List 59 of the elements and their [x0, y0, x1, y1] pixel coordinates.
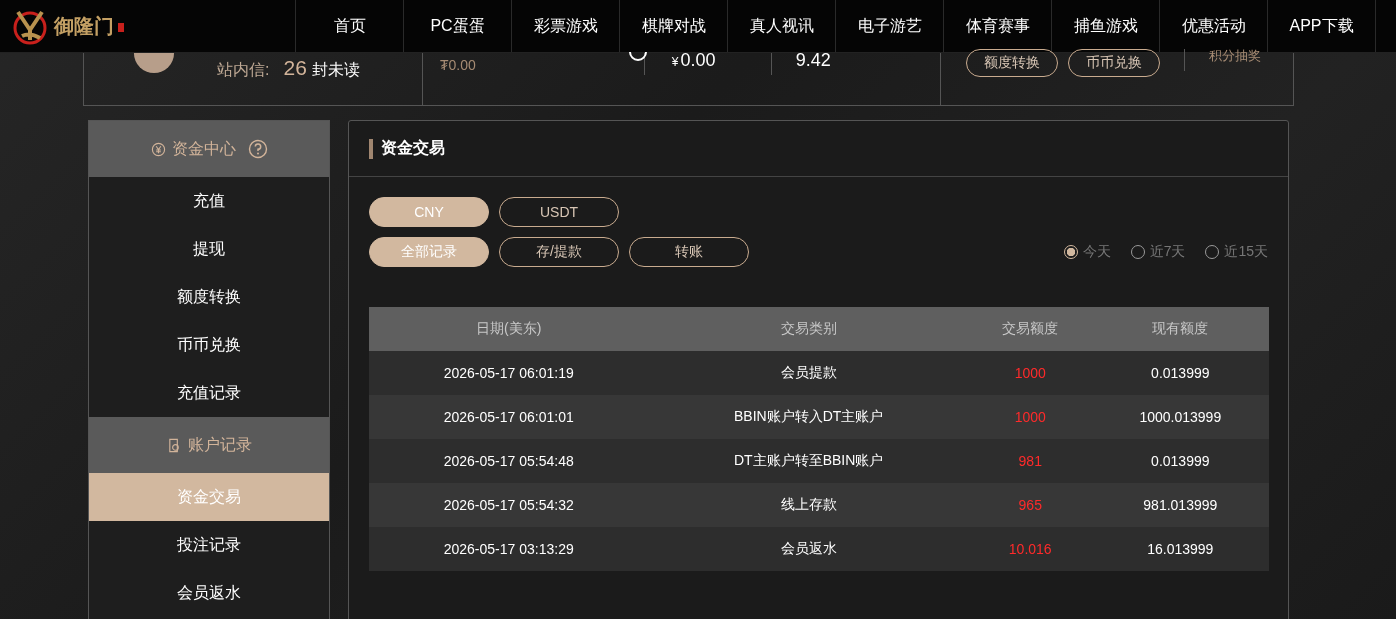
table-cell: 2026-05-17 03:13:29: [369, 527, 649, 571]
table-cell: 会员返水: [648, 527, 969, 571]
yen-coin-icon: [150, 141, 166, 157]
table-cell: BBIN账户转入DT主账户: [648, 395, 969, 439]
sidebar-section-title: 资金中心: [171, 138, 236, 159]
table-cell: 2026-05-17 06:01:19: [369, 351, 649, 395]
logo-seal-icon: [118, 23, 124, 32]
table-cell: 1000: [968, 351, 1092, 395]
radio-label[interactable]: 近7天: [1149, 243, 1186, 261]
unread-count[interactable]: 26: [283, 56, 307, 80]
column-header: 交易类别: [648, 307, 969, 351]
unread-label: 封未读: [311, 60, 360, 80]
nav-link[interactable]: PC蛋蛋: [404, 0, 512, 52]
radio-label[interactable]: 近15天: [1224, 243, 1268, 261]
sidebar-section-title: 账户记录: [187, 434, 252, 455]
table-cell: 981: [968, 439, 1092, 483]
radio-label[interactable]: 今天: [1082, 243, 1111, 261]
table-cell: 10.016: [968, 527, 1092, 571]
sidebar-item[interactable]: 充值记录: [89, 369, 329, 417]
column-header: 日期(美东): [369, 307, 649, 351]
table-cell: 线上存款: [648, 483, 969, 527]
title-accent-bar: [369, 138, 373, 159]
table-cell: 2026-05-17 05:54:48: [369, 439, 649, 483]
sidebar-item[interactable]: 提现: [89, 225, 329, 273]
table-cell: 981.013999: [1091, 483, 1269, 527]
table-cell: DT主账户转至BBIN账户: [648, 439, 969, 483]
table-cell: 965: [968, 483, 1092, 527]
cny-balance: ¥0.00: [671, 50, 717, 71]
usdt-balance: ₮0.00: [440, 57, 476, 73]
nav-link[interactable]: 真人视讯: [728, 0, 836, 52]
column-header: 现有额度: [1091, 307, 1269, 351]
nav-link[interactable]: 捕鱼游戏: [1052, 0, 1160, 52]
logo-text[interactable]: 御隆门: [54, 12, 114, 40]
table-cell: 16.013999: [1091, 527, 1269, 571]
sidebar-item[interactable]: 投注记录: [89, 521, 329, 569]
table-cell: 2026-05-17 06:01:01: [369, 395, 649, 439]
panel-title: 资金交易: [381, 138, 445, 158]
nav-link[interactable]: APP下载: [1268, 0, 1376, 52]
table-cell: 0.013999: [1091, 351, 1269, 395]
table-cell: 1000.013999: [1091, 395, 1269, 439]
radio-button[interactable]: [1063, 245, 1078, 259]
column-header: 交易额度: [968, 307, 1092, 351]
sidebar-item[interactable]: 会员返水: [89, 569, 329, 617]
points-value: 9.42: [795, 50, 831, 71]
nav-link[interactable]: 电子游艺: [836, 0, 944, 52]
help-icon[interactable]: [247, 139, 268, 159]
nav-link[interactable]: 体育赛事: [944, 0, 1052, 52]
nav-link[interactable]: 棋牌对战: [620, 0, 728, 52]
messages-label: 站内信:: [217, 60, 270, 80]
sidebar-item[interactable]: 币币兑换: [89, 321, 329, 369]
document-icon: [166, 437, 182, 453]
nav-link[interactable]: 首页: [296, 0, 404, 52]
table-cell: 2026-05-17 05:54:32: [369, 483, 649, 527]
sidebar-item[interactable]: 额度转换: [89, 273, 329, 321]
table-cell: 0.013999: [1091, 439, 1269, 483]
table-cell: 1000: [968, 395, 1092, 439]
nav-link[interactable]: 彩票游戏: [512, 0, 620, 52]
table-cell: 会员提款: [648, 351, 969, 395]
sidebar-item[interactable]: 充值: [89, 177, 329, 225]
